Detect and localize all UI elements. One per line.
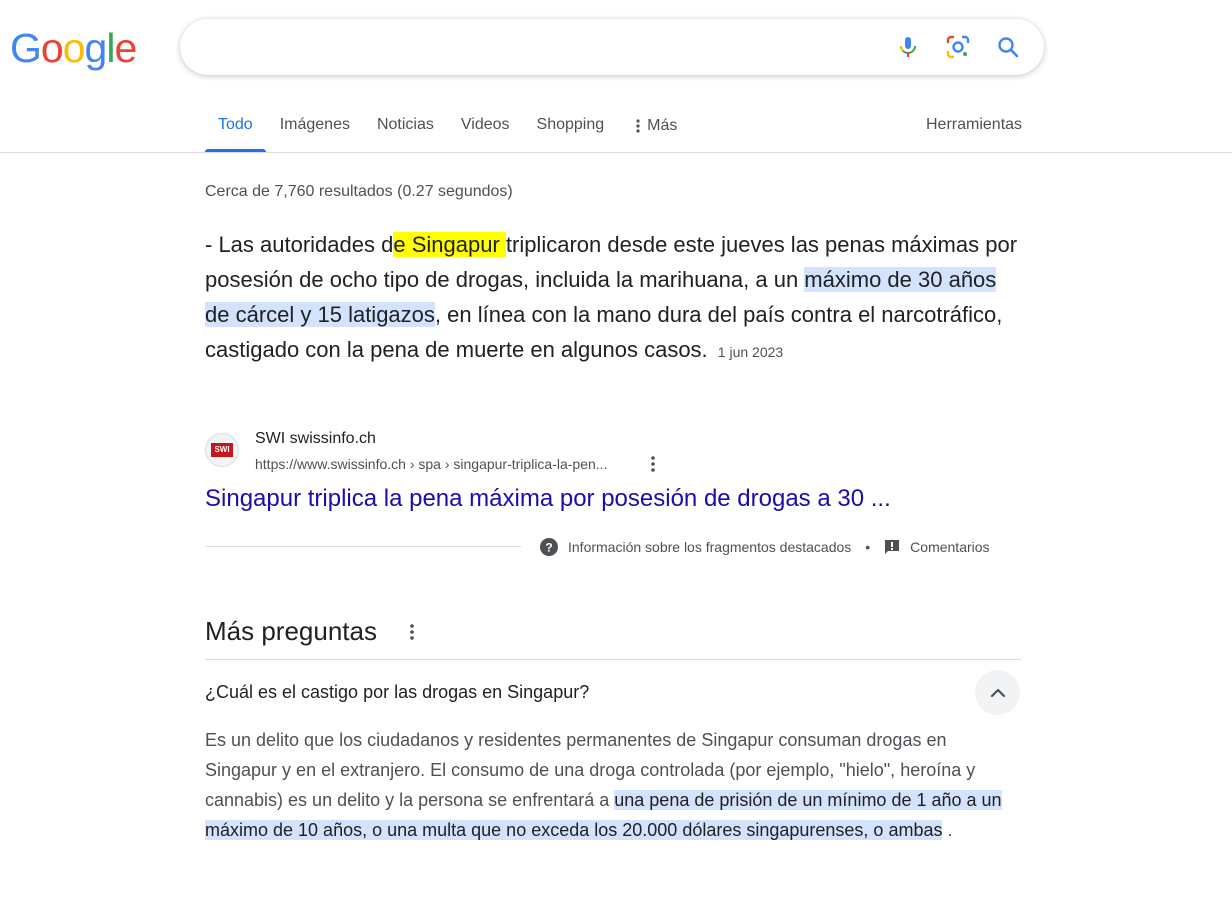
swi-logo: SWI bbox=[211, 443, 233, 457]
site-name[interactable]: SWI swissinfo.ch bbox=[255, 430, 376, 448]
tab-todo[interactable]: Todo bbox=[205, 104, 266, 152]
tab-more[interactable]: Más bbox=[635, 104, 677, 148]
tools-button[interactable]: Herramientas bbox=[926, 104, 1022, 146]
result-title-link[interactable]: Singapur triplica la pena máxima por pos… bbox=[205, 484, 891, 514]
feedback-separator: • bbox=[865, 539, 871, 555]
search-input[interactable] bbox=[204, 33, 888, 63]
paa-title: Más preguntas bbox=[205, 616, 377, 646]
comments-label: Comentarios bbox=[910, 539, 990, 555]
paa-answer-text-2: . bbox=[942, 820, 953, 840]
feedback-divider bbox=[205, 546, 521, 547]
search-tabs: Todo Imágenes Noticias Videos Shopping M… bbox=[205, 104, 704, 152]
paa-question[interactable]: ¿Cuál es el castigo por las drogas en Si… bbox=[205, 680, 589, 704]
tab-more-label: Más bbox=[647, 117, 678, 134]
result-stats: Cerca de 7,760 resultados (0.27 segundos… bbox=[205, 183, 513, 200]
about-snippets-label: Información sobre los fragmentos destaca… bbox=[568, 539, 852, 555]
site-favicon[interactable]: SWI bbox=[205, 433, 239, 467]
snippet-feedback-row: ? Información sobre los fragmentos desta… bbox=[540, 537, 990, 557]
featured-snippet-text: - Las autoridades de Singapur triplicaro… bbox=[205, 227, 1025, 370]
feedback-icon bbox=[885, 540, 900, 554]
logo-letter: o bbox=[40, 25, 64, 71]
logo-letter: G bbox=[10, 25, 42, 71]
logo-letter: e bbox=[114, 25, 137, 71]
snippet-highlight-singapur: e Singapur bbox=[393, 232, 506, 257]
logo-letter: o bbox=[62, 25, 86, 71]
google-logo[interactable]: Google bbox=[10, 25, 137, 71]
comments-link[interactable]: Comentarios bbox=[884, 539, 990, 555]
search-box bbox=[180, 19, 1044, 75]
more-vert-icon bbox=[636, 119, 640, 133]
paa-collapse-button[interactable] bbox=[975, 670, 1020, 715]
lens-icon[interactable] bbox=[944, 33, 972, 61]
result-menu-icon[interactable] bbox=[645, 454, 661, 474]
tabs-divider bbox=[0, 152, 1232, 153]
mic-icon[interactable] bbox=[894, 33, 922, 61]
tab-imagenes[interactable]: Imágenes bbox=[280, 104, 350, 148]
tab-videos[interactable]: Videos bbox=[461, 104, 510, 148]
search-icon[interactable] bbox=[994, 33, 1022, 61]
logo-letter: g bbox=[84, 25, 108, 71]
tab-noticias[interactable]: Noticias bbox=[377, 104, 434, 148]
paa-menu-icon[interactable] bbox=[404, 620, 420, 644]
paa-divider bbox=[205, 659, 1021, 660]
snippet-date: 1 jun 2023 bbox=[717, 344, 784, 360]
site-url[interactable]: https://www.swissinfo.ch › spa › singapu… bbox=[255, 456, 607, 472]
help-icon: ? bbox=[540, 538, 558, 556]
svg-text:?: ? bbox=[545, 541, 552, 555]
about-snippets-link[interactable]: ? Información sobre los fragmentos desta… bbox=[540, 538, 851, 556]
tab-shopping[interactable]: Shopping bbox=[537, 104, 605, 148]
paa-answer: Es un delito que los ciudadanos y reside… bbox=[205, 725, 1005, 845]
snippet-text-1: - Las autoridades d bbox=[205, 232, 394, 257]
chevron-up-icon bbox=[990, 688, 1005, 697]
